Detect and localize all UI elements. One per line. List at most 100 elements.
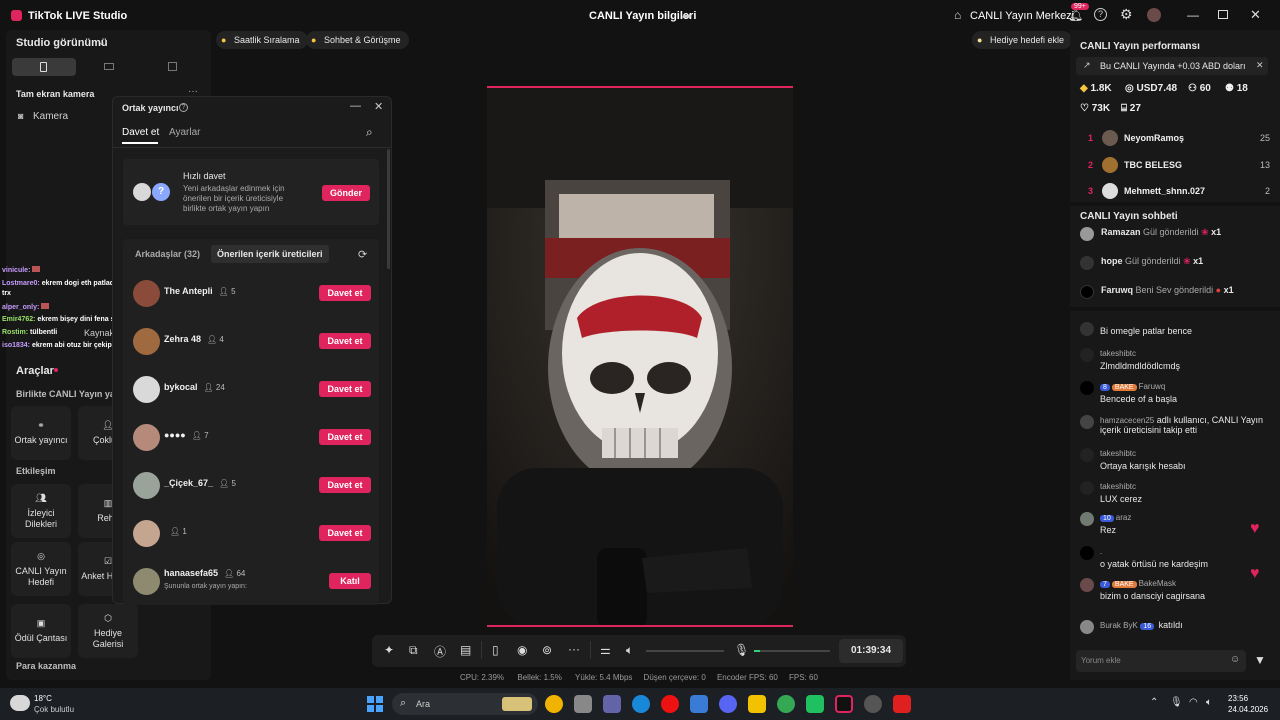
search-icon[interactable]: ⌕ — [366, 125, 373, 140]
comment-text: Zlmdldmdldödlcmdş — [1100, 361, 1181, 371]
bell-icon[interactable]: 🔔︎ — [1068, 8, 1083, 22]
minimize-icon[interactable]: — — [1187, 8, 1199, 22]
bulb-icon: ● — [977, 35, 983, 45]
minimize-icon[interactable]: — — [350, 100, 361, 112]
taskbar-search[interactable]: ⌕ Ara — [392, 693, 538, 715]
close-icon[interactable]: ✕ — [374, 100, 383, 113]
invite-button[interactable]: Davet et — [319, 285, 371, 301]
live-goal-tool[interactable]: ◎ CANLI Yayın Hedefi — [11, 542, 71, 596]
invite-button[interactable]: Davet et — [319, 381, 371, 397]
close-icon[interactable]: ✕ — [1256, 60, 1264, 71]
wifi-icon[interactable]: ◠ — [1189, 697, 1198, 708]
trend-icon: ↗ — [1083, 60, 1091, 70]
friends-tab[interactable]: Arkadaşlar (32) — [135, 249, 200, 259]
send-button[interactable]: Gönder — [322, 185, 370, 201]
upload-stat: Yükle: 5.4 Mbps — [575, 673, 633, 682]
chrome-alt-icon[interactable] — [777, 695, 795, 713]
ranking-row[interactable]: 2 TBC BELESG 13 — [1080, 155, 1270, 177]
heart-icon: ♥ — [1250, 565, 1260, 582]
maximize-icon[interactable] — [1218, 10, 1228, 19]
list-item: 👤︎ 1 Davet et — [133, 514, 373, 554]
chevron-up-icon[interactable]: ⌃ — [1150, 697, 1158, 708]
caption-icon[interactable]: ▤ — [460, 643, 471, 657]
bag-icon: ▣ — [36, 618, 46, 628]
ranking-row[interactable]: 1 NeyomRamoş 25 — [1080, 128, 1270, 150]
avatar[interactable] — [1147, 8, 1161, 22]
settings-sliders-icon[interactable]: ⚌ — [600, 643, 611, 657]
microphone-tray-icon[interactable]: 🎙︎ — [1170, 697, 1183, 708]
volume-slider[interactable] — [646, 650, 724, 652]
send-icon[interactable]: ▼ — [1254, 653, 1266, 667]
ranking-row[interactable]: 3 Mehmett_shnn.027 2 — [1080, 181, 1270, 203]
tab-settings[interactable]: Ayarlar — [169, 127, 201, 138]
invite-button[interactable]: Davet et — [319, 333, 371, 349]
folder-icon[interactable] — [748, 695, 766, 713]
cohost-tool[interactable]: ⚭ Ortak yayıncı — [11, 406, 71, 460]
gift-goal-pill[interactable]: ● Hediyе hedefi ekle — [972, 31, 1073, 49]
discord-icon[interactable] — [719, 695, 737, 713]
chrome-icon[interactable] — [545, 695, 563, 713]
mail-icon[interactable] — [690, 695, 708, 713]
reward-bag-tool[interactable]: ▣ Ödül Çantası — [11, 604, 71, 658]
teams-icon[interactable] — [603, 695, 621, 713]
landscape-layout-icon[interactable] — [104, 63, 114, 70]
mic-level-slider[interactable] — [754, 650, 830, 652]
microphone-icon[interactable]: 🎙︎ — [734, 643, 749, 657]
chat-call-pill[interactable]: ● Sohbet & Görüşme — [306, 31, 409, 49]
volume-tray-icon[interactable]: 🔈︎ — [1206, 697, 1212, 708]
camera-group-label[interactable]: Tam ekran kamera — [16, 89, 94, 99]
studio-view-dropdown[interactable]: Studio görünümü — [16, 37, 108, 49]
tiktok-live-icon[interactable] — [835, 695, 853, 713]
gift-icon: ⌸ — [1121, 103, 1127, 114]
clock-time[interactable]: 23:56 — [1228, 694, 1248, 703]
edge-icon[interactable] — [632, 695, 650, 713]
help-icon[interactable]: ? — [1094, 8, 1107, 21]
comment-text: Bencede of a başla — [1100, 394, 1178, 404]
more-icon[interactable]: ··· — [568, 642, 580, 656]
scrollbar[interactable] — [387, 149, 390, 269]
creator-name: Zehra 48 👤︎ 4 — [164, 334, 224, 344]
magic-icon[interactable]: ✦ — [384, 643, 394, 657]
record-icon[interactable]: ◉ — [517, 643, 527, 657]
live-center-link[interactable]: CANLI Yayın Merkezi — [970, 10, 1074, 22]
speaker-icon[interactable]: 🔈︎ — [626, 643, 633, 658]
effects-icon[interactable]: Ⓐ — [434, 643, 446, 660]
gift-gallery-tool[interactable]: ⬡ Hediye Galerisi — [78, 604, 138, 658]
refresh-icon[interactable]: ⟳ — [358, 248, 367, 261]
tab-invite[interactable]: Davet et — [122, 127, 159, 138]
emoji-icon[interactable]: ☺ — [1230, 654, 1240, 665]
clock-date[interactable]: 24.04.2026 — [1228, 705, 1268, 714]
opera-icon[interactable] — [661, 695, 679, 713]
join-button[interactable]: Katıl — [329, 573, 371, 589]
recommended-tab[interactable]: Önerilen içerik üreticileri — [211, 245, 329, 263]
invite-button[interactable]: Davet et — [319, 477, 371, 493]
phone-icon[interactable]: ▯ — [492, 643, 499, 657]
youtube-icon[interactable] — [893, 695, 911, 713]
avatar — [133, 280, 160, 307]
obs-icon[interactable] — [864, 695, 882, 713]
invite-button[interactable]: Davet et — [319, 525, 371, 541]
gift-user: Ramazan — [1101, 227, 1141, 237]
group-icon: ⚉ — [1225, 83, 1234, 94]
live-info-title[interactable]: CANLI Yayın bilgileri — [589, 10, 696, 22]
phone-icon — [40, 62, 47, 72]
hourly-ranking-pill[interactable]: ● Saatlik Sıralama — [216, 31, 308, 49]
close-icon[interactable]: ✕ — [1250, 7, 1261, 23]
share-icon[interactable]: ➦ — [682, 9, 692, 23]
diamonds-value: 1.8K — [1090, 83, 1112, 94]
screen-icon[interactable]: ⧉ — [409, 643, 418, 658]
info-icon[interactable]: ? — [179, 103, 188, 112]
camera-source[interactable]: Kamera — [33, 111, 68, 122]
multi-layout-icon[interactable] — [168, 62, 177, 71]
viewer-requests-tool[interactable]: 👥︎ İzleyici Dilekleri — [11, 484, 71, 538]
portrait-layout-button[interactable] — [12, 58, 76, 76]
creator-name: ●●●● 👤︎ 7 — [164, 430, 209, 440]
gear-icon[interactable]: ⚙ — [1120, 6, 1133, 23]
taskview-icon[interactable] — [574, 695, 592, 713]
invite-button[interactable]: Davet et — [319, 429, 371, 445]
windows-start-icon[interactable] — [367, 696, 383, 712]
app-icon[interactable] — [806, 695, 824, 713]
quick-invite-title: Hızlı davet — [183, 171, 226, 181]
comment-input[interactable]: Yorum ekle ☺ — [1076, 650, 1246, 672]
replay-icon[interactable]: ⊚ — [542, 643, 552, 657]
